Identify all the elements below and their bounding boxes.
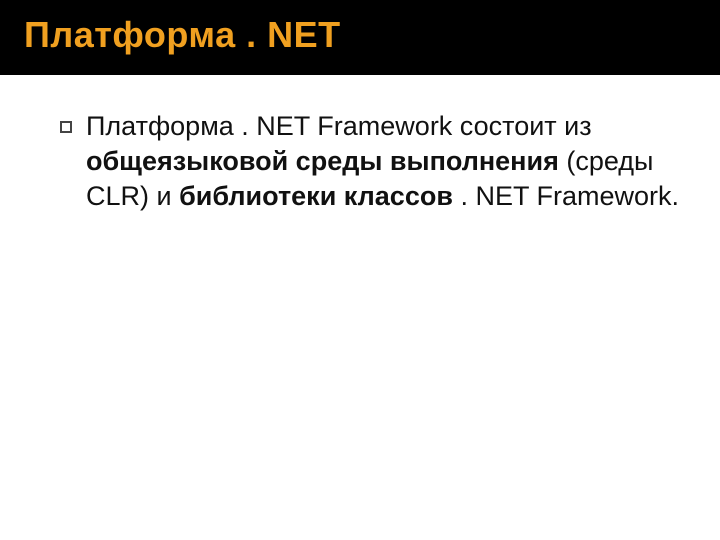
text-bold: библиотеки классов xyxy=(179,181,453,211)
slide-body: Платформа . NET Framework состоит из общ… xyxy=(0,75,720,234)
bullet-text: Платформа . NET Framework состоит из общ… xyxy=(86,109,680,214)
bullet-square-icon xyxy=(60,121,72,133)
text-segment: Платформа . NET Framework состоит из xyxy=(86,111,592,141)
slide-title: Платформа . NET xyxy=(24,14,696,56)
bullet-item: Платформа . NET Framework состоит из общ… xyxy=(60,109,680,214)
text-bold: общеязыковой среды выполнения xyxy=(86,146,559,176)
text-segment: . NET Framework. xyxy=(453,181,679,211)
title-bar: Платформа . NET xyxy=(0,0,720,75)
